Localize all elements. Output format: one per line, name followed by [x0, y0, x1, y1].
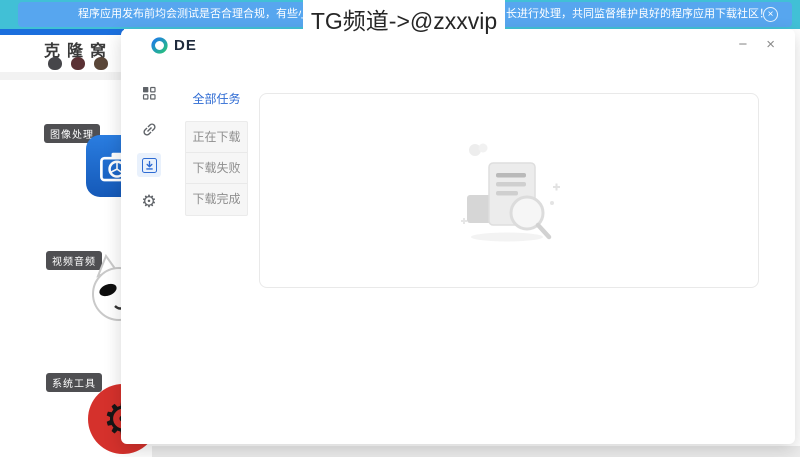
task-list-empty-state	[259, 93, 759, 288]
download-glyph	[141, 157, 157, 173]
link-icon[interactable]	[137, 117, 161, 141]
tab-download-complete[interactable]: 下载完成	[186, 184, 247, 215]
background-window-titlebar	[0, 29, 124, 35]
nest-icon	[48, 57, 62, 70]
tab-download-failed[interactable]: 下载失败	[186, 153, 247, 184]
banner-close-icon[interactable]: ×	[763, 7, 778, 22]
tab-downloading[interactable]: 正在下载	[186, 122, 247, 153]
download-icon[interactable]	[137, 153, 161, 177]
banner-message-right: 长进行处理，共同监督维护良好的程序应用下载社区！	[506, 8, 770, 20]
nest-icon	[71, 57, 85, 70]
tg-channel-watermark: TG频道->@zxxvip	[303, 0, 505, 38]
empty-document-search-illustration	[461, 143, 560, 242]
dialog-nav-rail: ⚙	[133, 81, 165, 213]
task-tabs: 全部任务 正在下载 下载失败 下载完成	[185, 84, 248, 216]
divider	[0, 72, 124, 80]
ring-logo-icon	[151, 37, 168, 54]
nest-logo-icons	[48, 57, 108, 70]
task-tab-group: 正在下载 下载失败 下载完成	[185, 121, 248, 216]
apps-icon[interactable]	[137, 81, 161, 105]
category-badge-system-tools: 系统工具	[46, 373, 102, 392]
settings-icon[interactable]: ⚙	[137, 189, 161, 213]
dialog-logo-text: DE	[174, 37, 197, 54]
close-button[interactable]: ×	[766, 36, 775, 54]
background-footer-area	[152, 446, 800, 457]
window-controls: − ×	[738, 36, 775, 54]
nest-icon	[94, 57, 108, 70]
minimize-button[interactable]: −	[738, 36, 747, 54]
tab-all-tasks[interactable]: 全部任务	[185, 84, 248, 114]
screen: 克隆窝 图像处理 视频音频 系统工具 程序应用发布前均会测试是否合理合规，有些小…	[0, 0, 800, 457]
download-manager-dialog: DE − × ⚙ 全部任务 正在下载 下载失败 下载完成	[121, 29, 795, 444]
tg-channel-text: TG频道->@zxxvip	[310, 8, 498, 34]
dialog-logo: DE	[151, 37, 197, 54]
